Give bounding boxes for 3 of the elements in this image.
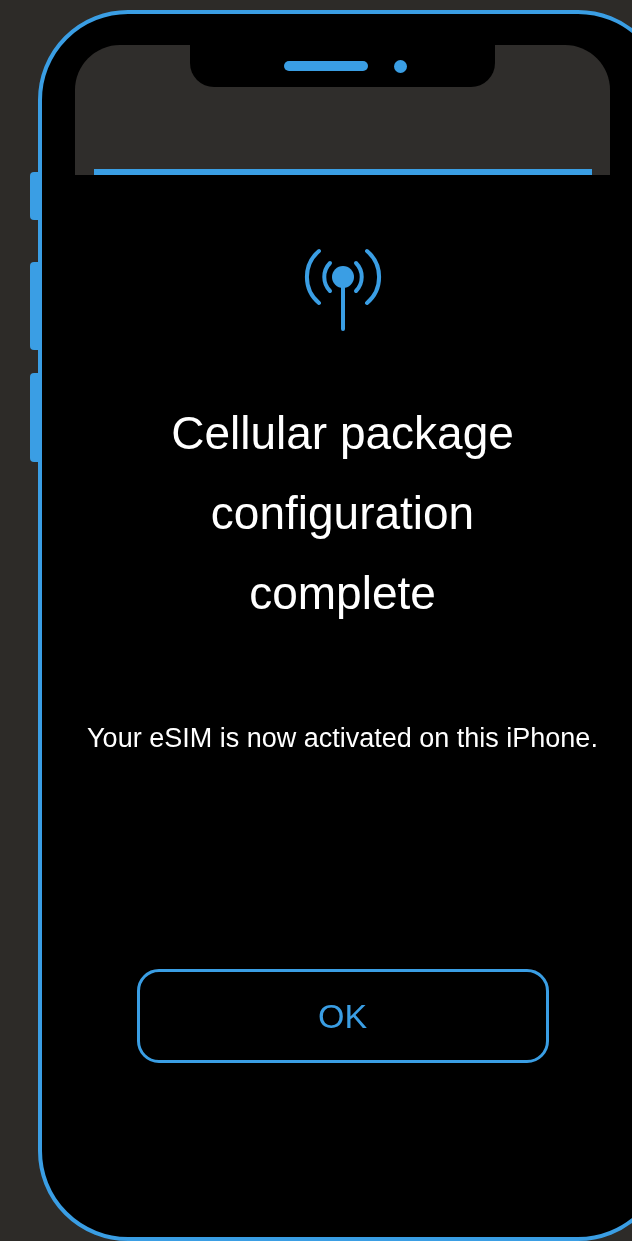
title: Cellular package configuration complete: [170, 406, 515, 621]
message: Your eSIM is now activated on this iPhone.: [86, 722, 599, 755]
ok-button[interactable]: OK: [136, 969, 549, 1063]
